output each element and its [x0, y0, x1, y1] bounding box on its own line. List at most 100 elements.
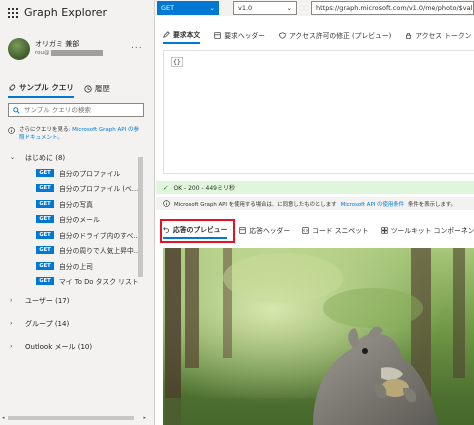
- get-badge: GET: [36, 230, 54, 239]
- query-label: 自分のドライブ内のすべ...: [59, 231, 140, 240]
- get-badge: GET: [36, 168, 54, 177]
- category-label: グループ (14): [25, 319, 69, 329]
- response-photo: [163, 248, 474, 425]
- search-icon: [13, 106, 20, 114]
- info-icon: [8, 127, 15, 134]
- tab-sample-queries-label: サンプル クエリ: [19, 83, 74, 92]
- vertical-scrollbar[interactable]: [138, 157, 143, 277]
- avatar[interactable]: [8, 38, 30, 60]
- query-item[interactable]: GET 自分の写真: [0, 196, 148, 212]
- tab-label: アクセス トークン: [415, 32, 472, 40]
- query-item[interactable]: GET 自分のプロファイル (ベ...: [0, 181, 148, 197]
- category-label: Outlook メール (10): [25, 342, 92, 352]
- method-dropdown[interactable]: GET ⌄: [157, 1, 219, 15]
- query-item[interactable]: GET 自分のドライブ内のすべ...: [0, 227, 148, 243]
- history-icon: [84, 84, 92, 93]
- more-options-button[interactable]: ...: [131, 41, 143, 51]
- search-box[interactable]: [8, 103, 144, 117]
- user-email-prefix: rou@: [35, 50, 50, 56]
- horizontal-scroll-thumb[interactable]: [8, 416, 134, 420]
- category-getting-started[interactable]: ⌄ はじめに (8): [0, 150, 148, 165]
- category-groups[interactable]: › グループ (14): [0, 312, 148, 335]
- query-label: 自分のメール: [59, 216, 100, 225]
- query-label: 自分の上司: [59, 262, 93, 271]
- tab-request-headers[interactable]: 要求ヘッダー: [214, 29, 265, 44]
- lock-icon: [406, 32, 412, 39]
- notice-prefix: Microsoft Graph API を使用する場合は、に同意したものとします: [174, 201, 337, 208]
- category-name: Outlook メール: [25, 342, 76, 351]
- tab-label: 要求ヘッダー: [224, 32, 265, 40]
- sidebar: Graph Explorer オリガミ 兼部 rou@ ... サンプル クエリ…: [0, 0, 155, 425]
- waffle-icon[interactable]: [8, 7, 18, 18]
- version-value: v1.0: [238, 4, 253, 12]
- app-header: Graph Explorer: [8, 6, 107, 19]
- edit-icon: [163, 30, 170, 38]
- category-count: (14): [54, 319, 70, 328]
- category-count: (8): [55, 153, 66, 162]
- category-users[interactable]: › ユーザー (17): [0, 289, 148, 312]
- tab-toolkit-component[interactable]: ツールキット コンポーネント: [381, 224, 474, 239]
- category-label: はじめに (8): [25, 153, 65, 163]
- highlight-box: [160, 219, 235, 243]
- redacted-email: [50, 50, 103, 56]
- user-email: rou@: [35, 50, 103, 56]
- sidebar-tabs: サンプル クエリ 履歴: [8, 82, 110, 98]
- get-badge: GET: [36, 184, 54, 193]
- headers-icon: [214, 31, 221, 39]
- tab-access-token[interactable]: アクセス トークン: [405, 29, 471, 44]
- category-outlook-mail[interactable]: › Outlook メール (10): [0, 335, 148, 358]
- method-value: GET: [161, 4, 175, 12]
- query-item[interactable]: GET 自分の上司: [0, 258, 148, 274]
- info-icon: [163, 200, 170, 207]
- request-tabs: 要求本文 要求ヘッダー アクセス許可の修正 (プレビュー) アクセス トークン: [163, 29, 471, 44]
- editor-content: {}: [171, 57, 183, 67]
- chevron-right-icon[interactable]: ›: [464, 225, 467, 233]
- category-name: はじめに: [25, 153, 53, 162]
- tab-label: アクセス許可の修正 (プレビュー): [288, 32, 392, 40]
- query-label: 自分のプロファイル: [59, 169, 121, 178]
- url-input[interactable]: https://graph.microsoft.com/v1.0/me/phot…: [311, 1, 474, 15]
- chevron-right-icon: ›: [10, 320, 13, 327]
- user-name: オリガミ 兼部: [35, 40, 80, 48]
- query-item[interactable]: GET 自分のプロファイル: [0, 165, 148, 181]
- chevron-down-icon: ⌄: [10, 154, 16, 161]
- query-item[interactable]: GET 自分の周りで人気上昇中...: [0, 243, 148, 259]
- scroll-left-icon[interactable]: ◂: [2, 415, 5, 421]
- tab-request-body[interactable]: 要求本文: [163, 29, 201, 44]
- tab-sample-queries[interactable]: サンプル クエリ: [8, 82, 74, 98]
- tab-label: 要求本文: [173, 31, 201, 39]
- query-item[interactable]: GET マイ To Do タスク リスト: [0, 274, 148, 290]
- tab-response-headers[interactable]: 応答ヘッダー: [239, 224, 290, 239]
- info-prefix: さらにクエリを見る:: [19, 127, 73, 133]
- info-message: さらにクエリを見る: Microsoft Graph API の参照ドキュメント…: [8, 126, 144, 144]
- get-badge: GET: [36, 215, 54, 224]
- category-name: ユーザー: [25, 296, 53, 305]
- tab-label: コード スニペット: [312, 227, 369, 235]
- category-count: (10): [77, 342, 93, 351]
- sample-query-list: ⌄ はじめに (8) GET 自分のプロファイル GET 自分のプロファイル (ベ.…: [0, 150, 148, 358]
- notice-suffix: 条件を表示します。: [408, 201, 456, 208]
- tab-modify-permissions[interactable]: アクセス許可の修正 (プレビュー): [279, 29, 391, 44]
- get-badge: GET: [36, 261, 54, 270]
- squirrel-photo: [163, 248, 474, 425]
- tab-history[interactable]: 履歴: [84, 82, 110, 98]
- query-label: 自分のプロファイル (ベ...: [59, 185, 139, 194]
- query-item[interactable]: GET 自分のメール: [0, 212, 148, 228]
- category-count: (17): [55, 296, 70, 305]
- search-input[interactable]: [24, 106, 134, 114]
- tab-code-snippets[interactable]: コード スニペット: [302, 224, 369, 239]
- app-title: Graph Explorer: [24, 6, 108, 19]
- info-text: さらにクエリを見る: Microsoft Graph API の参照ドキュメント…: [19, 126, 144, 144]
- get-badge: GET: [36, 199, 54, 208]
- query-label: 自分の写真: [59, 200, 93, 209]
- get-badge: GET: [36, 246, 54, 255]
- rocket-icon: [9, 83, 16, 91]
- api-terms-link[interactable]: Microsoft API の使用条件: [341, 200, 404, 208]
- chevron-right-icon: ›: [10, 297, 13, 304]
- get-badge: GET: [36, 277, 54, 286]
- headers-icon: [239, 226, 247, 234]
- request-body-editor[interactable]: {}: [163, 50, 474, 174]
- code-icon: [302, 226, 309, 234]
- version-dropdown[interactable]: v1.0 ⌄: [233, 1, 297, 15]
- scroll-right-icon[interactable]: ▸: [143, 415, 146, 421]
